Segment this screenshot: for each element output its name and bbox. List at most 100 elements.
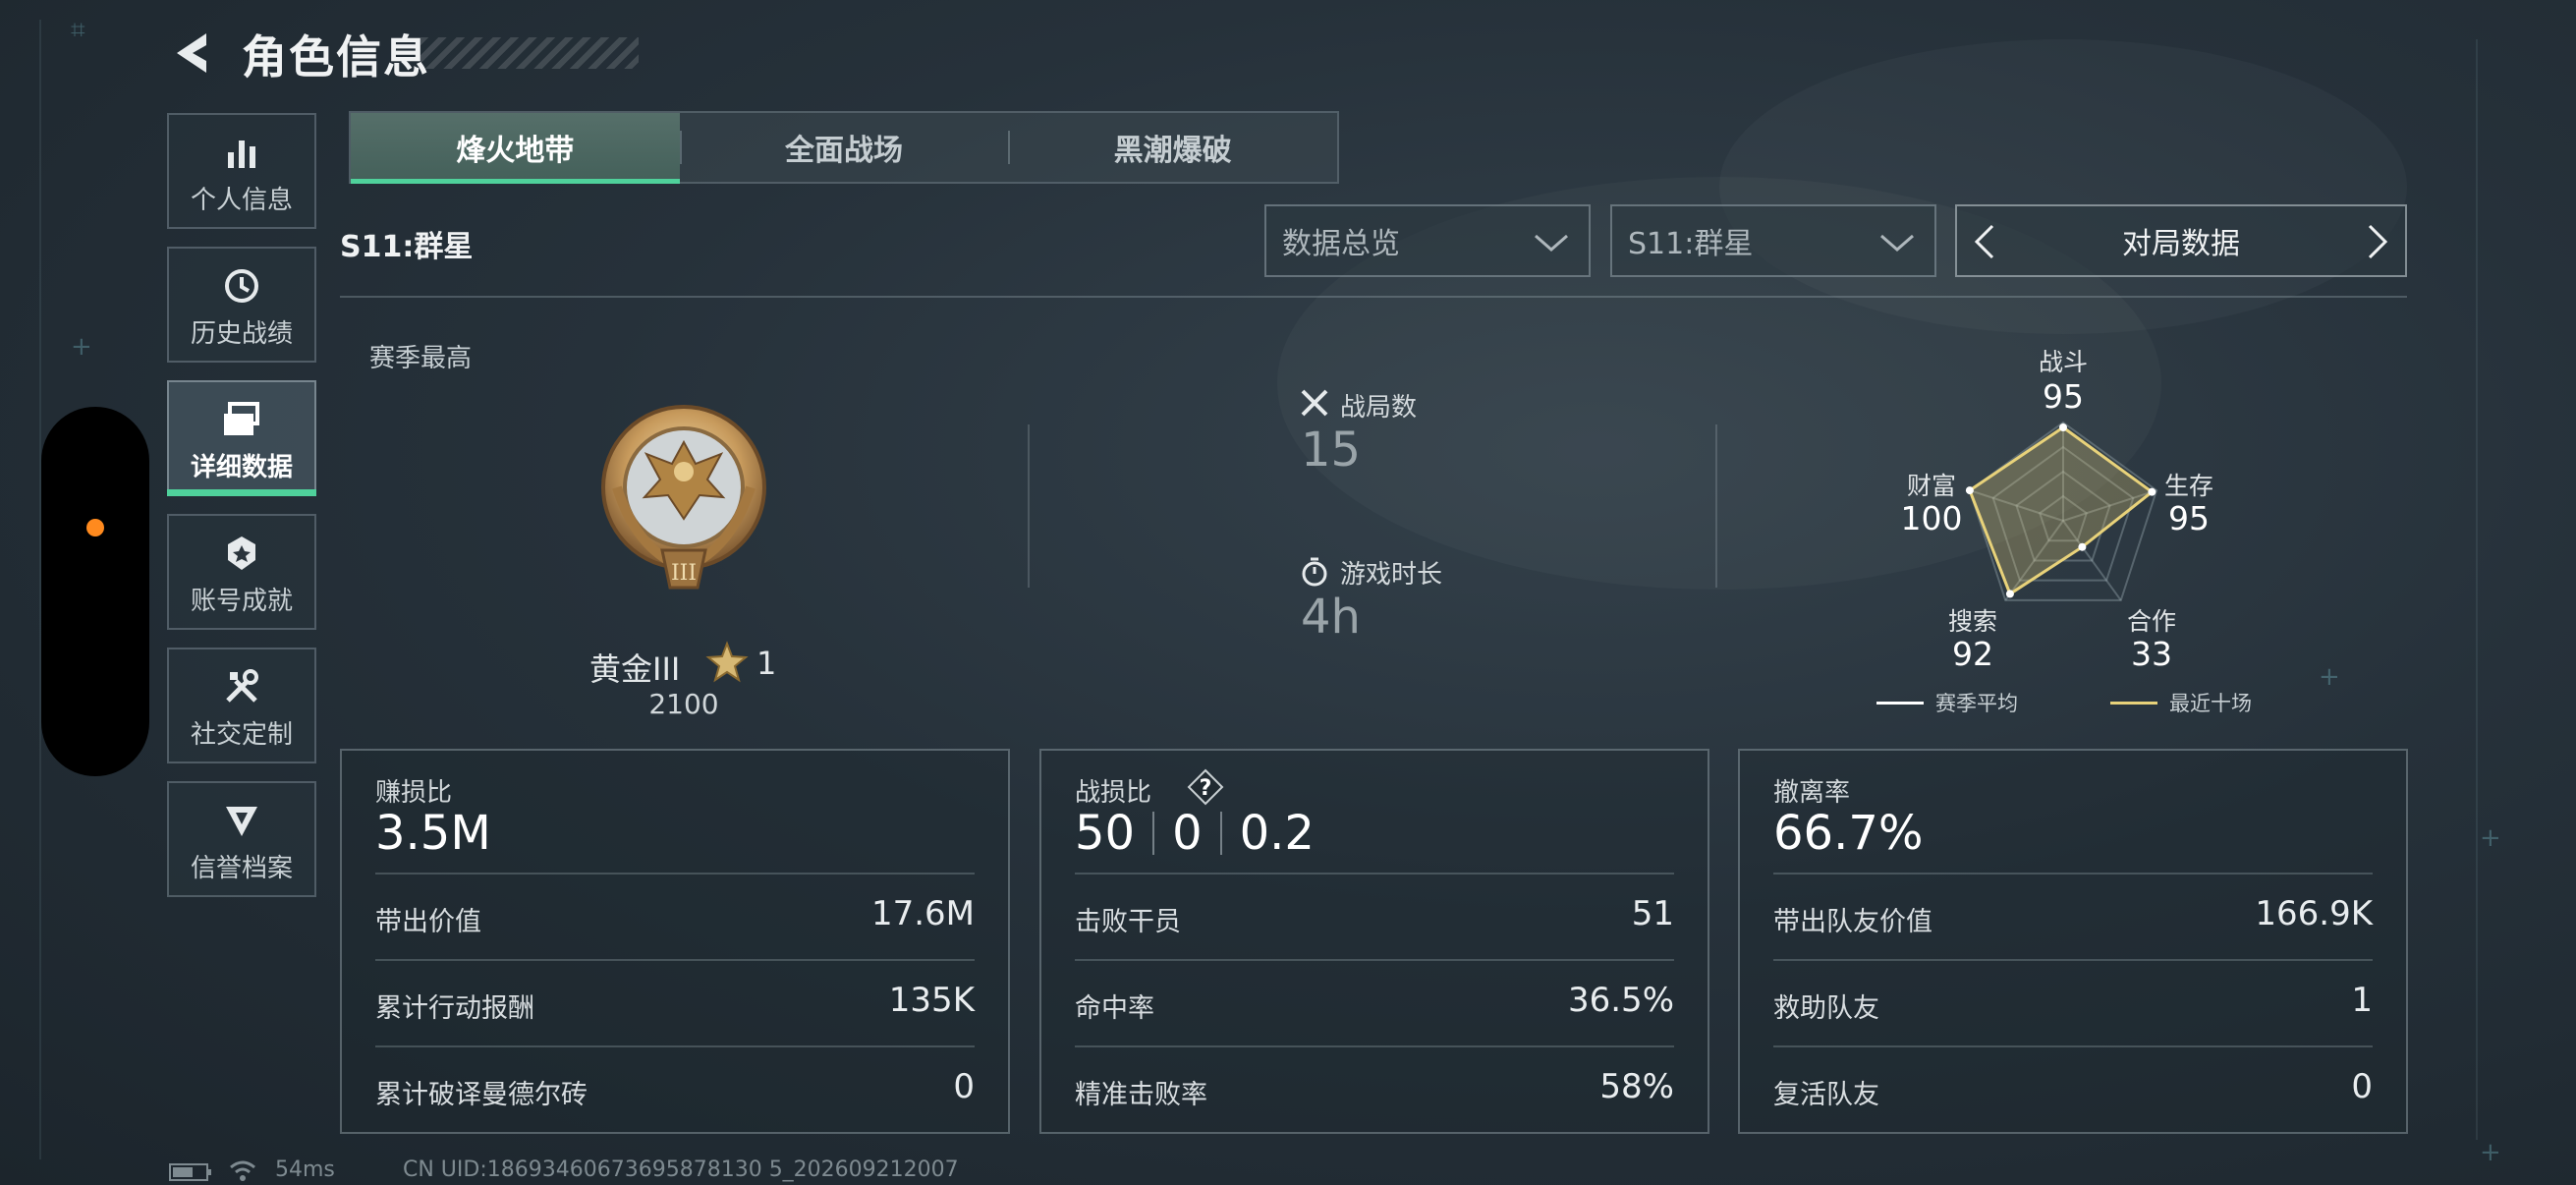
sidebar-item-credit[interactable]: 信誉档案 — [167, 781, 316, 897]
radar-series-recent — [1968, 425, 2155, 596]
chevron-right-icon[interactable] — [2364, 222, 2391, 261]
crosshair-decoration: + — [2319, 662, 2340, 692]
sidebar-item-label: 个人信息 — [190, 186, 293, 215]
help-icon[interactable]: ? — [1187, 768, 1224, 806]
stat-value: 1 — [2351, 981, 2373, 1020]
crosshair-decoration: + — [71, 332, 92, 362]
divider — [340, 296, 2407, 298]
mode-tabs: 烽火地带 全面战场 黑潮爆破 — [349, 111, 1339, 184]
rank-star-count: 1 — [756, 645, 777, 682]
crosshair-decoration: + — [2480, 1138, 2501, 1167]
side-handle[interactable] — [41, 407, 149, 776]
legend-line — [1876, 701, 1924, 705]
card-title: 战损比 — [1075, 778, 1152, 808]
help-glyph: ? — [1200, 776, 1212, 801]
separator — [1152, 812, 1155, 855]
history-clock-icon — [220, 264, 263, 308]
rank-score: 2100 — [648, 688, 719, 720]
sidebar-item-label: 历史战绩 — [190, 319, 293, 349]
radar-label-wealth: 财富 — [1906, 472, 1956, 500]
crosshair-decoration: + — [2480, 823, 2501, 853]
tab-mode-2[interactable]: 全面战场 — [679, 113, 1009, 182]
chevron-left-icon[interactable] — [1971, 222, 1998, 261]
sidebar-item-label: 详细数据 — [190, 453, 293, 482]
stat-label: 复活队友 — [1773, 1080, 1879, 1110]
radar-point — [2005, 590, 2014, 598]
svg-text:III: III — [671, 561, 697, 586]
stat-label: 精准击败率 — [1075, 1080, 1207, 1110]
rank-section-label: 赛季最高 — [369, 344, 473, 373]
stat-row: 带出队友价值 166.9K — [1773, 873, 2373, 959]
title-decoration — [420, 37, 639, 69]
stat-row: 命中率 36.5% — [1075, 959, 1674, 1045]
stat-value: 0 — [2351, 1067, 2373, 1106]
crossed-swords-icon — [1301, 389, 1328, 417]
stat-label: 击败干员 — [1075, 907, 1181, 937]
radar-label-combat: 战斗 — [2038, 348, 2088, 376]
legend-item-recent: 最近十场 — [2110, 688, 2252, 717]
frame-line — [2476, 39, 2478, 1140]
season-select-value: S11:群星 — [1628, 227, 1754, 261]
data-type-pager: 对局数据 — [1955, 204, 2407, 277]
sidebar-item-detailed-data[interactable]: 详细数据 — [167, 380, 316, 496]
stat-label: 命中率 — [1075, 993, 1154, 1024]
radar-value-wealth: 100 — [1900, 499, 1963, 537]
view-select-value: 数据总览 — [1282, 227, 1400, 261]
stat-value: 166.9K — [2255, 894, 2373, 933]
season-select[interactable]: S11:群星 — [1610, 204, 1936, 277]
kd-ratio-values: 50 0 0.2 — [1075, 806, 1315, 861]
tab-mode-1[interactable]: 烽火地带 — [351, 113, 680, 184]
playtime-value: 4h — [1301, 590, 1361, 645]
notification-dot — [86, 519, 104, 536]
divider — [1028, 424, 1030, 588]
legend-label: 赛季平均 — [1935, 692, 2018, 715]
sidebar-item-history[interactable]: 历史战绩 — [167, 247, 316, 363]
stat-value: 58% — [1599, 1067, 1674, 1106]
stat-label: 带出价值 — [375, 907, 481, 937]
radar-value-combat: 95 — [2043, 377, 2084, 416]
matches-value: 15 — [1301, 423, 1362, 478]
tab-mode-3[interactable]: 黑潮爆破 — [1008, 113, 1337, 182]
radar-label-search: 搜索 — [1947, 607, 1997, 636]
radar-value-cooperation: 33 — [2131, 635, 2172, 673]
stat-row: 累计破译曼德尔砖 0 — [375, 1045, 975, 1132]
radar-label-cooperation: 合作 — [2126, 607, 2176, 636]
page-title: 角色信息 — [242, 30, 430, 84]
credit-shield-icon — [220, 799, 263, 842]
bar-chart-icon — [220, 131, 263, 174]
stat-value: 51 — [1631, 894, 1674, 933]
ratio-value: 0.2 — [1239, 806, 1315, 861]
stat-label: 救助队友 — [1773, 993, 1879, 1024]
stat-value: 36.5% — [1567, 981, 1674, 1020]
stat-value: 0 — [953, 1067, 975, 1106]
stat-label: 累计行动报酬 — [375, 993, 534, 1024]
ping-text: 54ms — [275, 1157, 335, 1182]
playtime-label: 游戏时长 — [1340, 560, 1443, 590]
battery-icon — [169, 1163, 211, 1181]
sidebar-item-social[interactable]: 社交定制 — [167, 648, 316, 763]
radar-point — [2078, 542, 2087, 551]
achievement-badge-icon — [220, 532, 263, 575]
cards-stack-icon — [220, 398, 263, 441]
stat-row: 累计行动报酬 135K — [375, 959, 975, 1045]
divider — [1715, 424, 1717, 588]
stat-row: 救助队友 1 — [1773, 959, 2373, 1045]
profit-loss-card: 赚损比 3.5M 带出价值 17.6M 累计行动报酬 135K 累计破译曼德尔砖… — [340, 749, 1010, 1134]
stat-row: 复活队友 0 — [1773, 1045, 2373, 1132]
rank-name: 黄金III — [589, 650, 681, 688]
card-main-value: 3.5M — [375, 806, 491, 861]
card-title: 撤离率 — [1773, 778, 1851, 808]
view-select[interactable]: 数据总览 — [1264, 204, 1591, 277]
back-arrow-icon[interactable] — [167, 28, 214, 79]
card-main-value: 66.7% — [1773, 806, 1924, 861]
sidebar-item-label: 信誉档案 — [190, 854, 293, 883]
kills-value: 50 — [1075, 806, 1136, 861]
stat-row: 击败干员 51 — [1075, 873, 1674, 959]
stat-label: 累计破译曼德尔砖 — [375, 1080, 588, 1110]
sidebar-item-personal-info[interactable]: 个人信息 — [167, 113, 316, 229]
bg-shape — [1719, 39, 2407, 334]
sidebar-item-label: 账号成就 — [190, 587, 293, 616]
separator — [1219, 812, 1222, 855]
sidebar-item-achievements[interactable]: 账号成就 — [167, 514, 316, 630]
gold-rank-medal-icon: III — [601, 405, 766, 590]
